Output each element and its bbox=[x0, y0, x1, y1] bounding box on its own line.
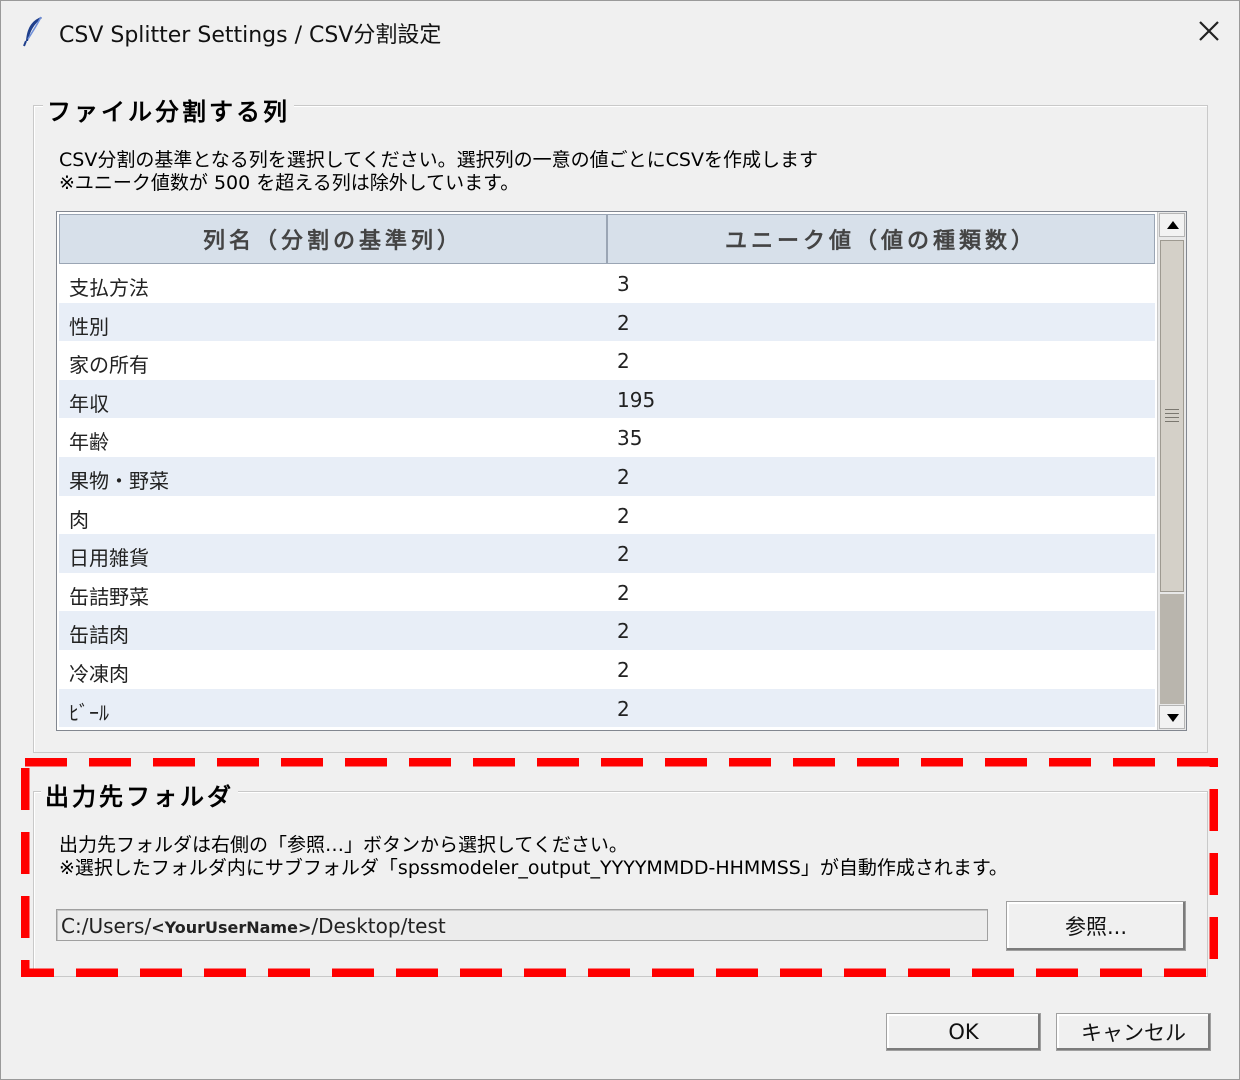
output-description-1: 出力先フォルダは右側の「参照…」ボタンから選択してください。 bbox=[59, 834, 628, 856]
path-suffix: /Desktop/test bbox=[311, 914, 446, 938]
table-row[interactable]: 家の所有 2 bbox=[59, 341, 1155, 380]
table-row[interactable]: 果物・野菜 2 bbox=[59, 457, 1155, 496]
browse-button[interactable]: 参照... bbox=[1006, 901, 1186, 951]
table-body: 支払方法 3 性別 2 家の所有 2 年収 195 年齢 35 果物・野菜 2 肉 2 日用雑貨 2 缶詰野菜 2… bbox=[59, 264, 1155, 728]
split-column-group-label: ファイル分割する列 bbox=[43, 92, 294, 127]
table-row[interactable]: 冷凍肉 2 bbox=[59, 650, 1155, 689]
column-table[interactable]: 列名（分割の基準列） ユニーク値（値の種類数） 支払方法 3 性別 2 家の所有 2 年収 1… bbox=[56, 211, 1187, 731]
path-user: <YourUserName> bbox=[151, 918, 312, 937]
table-row[interactable]: 支払方法 3 bbox=[59, 264, 1155, 303]
split-column-description-1: CSV分割の基準となる列を選択してください。選択列の一意の値ごとにCSVを作成し… bbox=[59, 149, 818, 171]
cell-unique-count: 2 bbox=[617, 465, 630, 489]
path-prefix: C:/Users/ bbox=[61, 914, 152, 938]
table-row[interactable]: 缶詰野菜 2 bbox=[59, 572, 1155, 612]
scroll-up-button[interactable] bbox=[1159, 213, 1185, 237]
arrow-down-icon bbox=[1167, 714, 1179, 722]
ok-button[interactable]: OK bbox=[886, 1013, 1041, 1051]
output-path-field[interactable]: C:/Users/<YourUserName>/Desktop/test bbox=[56, 909, 988, 941]
table-header: 列名（分割の基準列） ユニーク値（値の種類数） bbox=[59, 214, 1155, 264]
header-unique-count[interactable]: ユニーク値（値の種類数） bbox=[607, 214, 1155, 264]
table-row[interactable]: 缶詰肉 2 bbox=[59, 611, 1155, 650]
table-row[interactable]: 日用雑貨 2 bbox=[59, 534, 1155, 573]
close-icon[interactable] bbox=[1187, 9, 1231, 53]
table-row[interactable]: ﾋﾞｰﾙ 2 bbox=[59, 688, 1155, 728]
cell-column-name: 肉 bbox=[69, 507, 89, 532]
table-row[interactable]: 性別 2 bbox=[59, 302, 1155, 342]
vertical-scrollbar[interactable] bbox=[1157, 212, 1186, 730]
cell-unique-count: 2 bbox=[617, 310, 630, 335]
table-row[interactable]: 肉2 bbox=[59, 495, 1155, 535]
scroll-track[interactable] bbox=[1160, 594, 1184, 704]
cell-unique-count: 2 bbox=[617, 503, 630, 528]
cell-column-name: ﾋﾞｰﾙ bbox=[69, 700, 109, 725]
table-row[interactable]: 年収 195 bbox=[59, 379, 1155, 419]
cell-column-name: 支払方法 bbox=[69, 276, 149, 300]
arrow-up-icon bbox=[1167, 221, 1179, 229]
output-folder-group-label: 出力先フォルダ bbox=[41, 777, 238, 812]
header-column-name[interactable]: 列名（分割の基準列） bbox=[59, 214, 607, 264]
cell-unique-count: 35 bbox=[617, 426, 643, 451]
scroll-thumb[interactable] bbox=[1160, 240, 1184, 592]
cell-unique-count: 3 bbox=[617, 272, 630, 296]
table-row[interactable]: 年齢 35 bbox=[59, 418, 1155, 457]
cell-unique-count: 2 bbox=[617, 542, 630, 567]
cell-column-name: 冷凍肉 bbox=[69, 662, 129, 686]
cancel-button[interactable]: キャンセル bbox=[1056, 1013, 1211, 1051]
cell-column-name: 家の所有 bbox=[69, 353, 149, 378]
cell-column-name: 缶詰肉 bbox=[69, 623, 129, 648]
window-title: CSV Splitter Settings / CSV分割設定 bbox=[59, 23, 442, 48]
cell-column-name: 日用雑貨 bbox=[69, 546, 149, 571]
feather-icon bbox=[23, 16, 42, 47]
cell-column-name: 年齢 bbox=[69, 430, 109, 455]
output-description-2: ※選択したフォルダ内にサブフォルダ「spssmodeler_output_YYY… bbox=[59, 857, 1008, 879]
cell-unique-count: 2 bbox=[617, 658, 630, 682]
title-bar: CSV Splitter Settings / CSV分割設定 bbox=[1, 1, 1239, 63]
scroll-down-button[interactable] bbox=[1159, 705, 1185, 729]
cell-column-name: 性別 bbox=[69, 314, 109, 339]
cell-unique-count: 2 bbox=[617, 349, 630, 374]
cell-column-name: 果物・野菜 bbox=[69, 469, 169, 493]
cell-unique-count: 2 bbox=[617, 619, 630, 644]
cell-unique-count: 2 bbox=[617, 696, 630, 721]
cell-column-name: 年収 bbox=[69, 391, 109, 416]
dialog-window: CSV Splitter Settings / CSV分割設定 ファイル分割する… bbox=[0, 0, 1240, 1080]
cell-unique-count: 2 bbox=[617, 580, 630, 605]
cell-unique-count: 195 bbox=[617, 387, 656, 412]
split-column-description-2: ※ユニーク値数が 500 を超える列は除外しています。 bbox=[59, 172, 520, 194]
cell-column-name: 缶詰野菜 bbox=[69, 584, 149, 609]
